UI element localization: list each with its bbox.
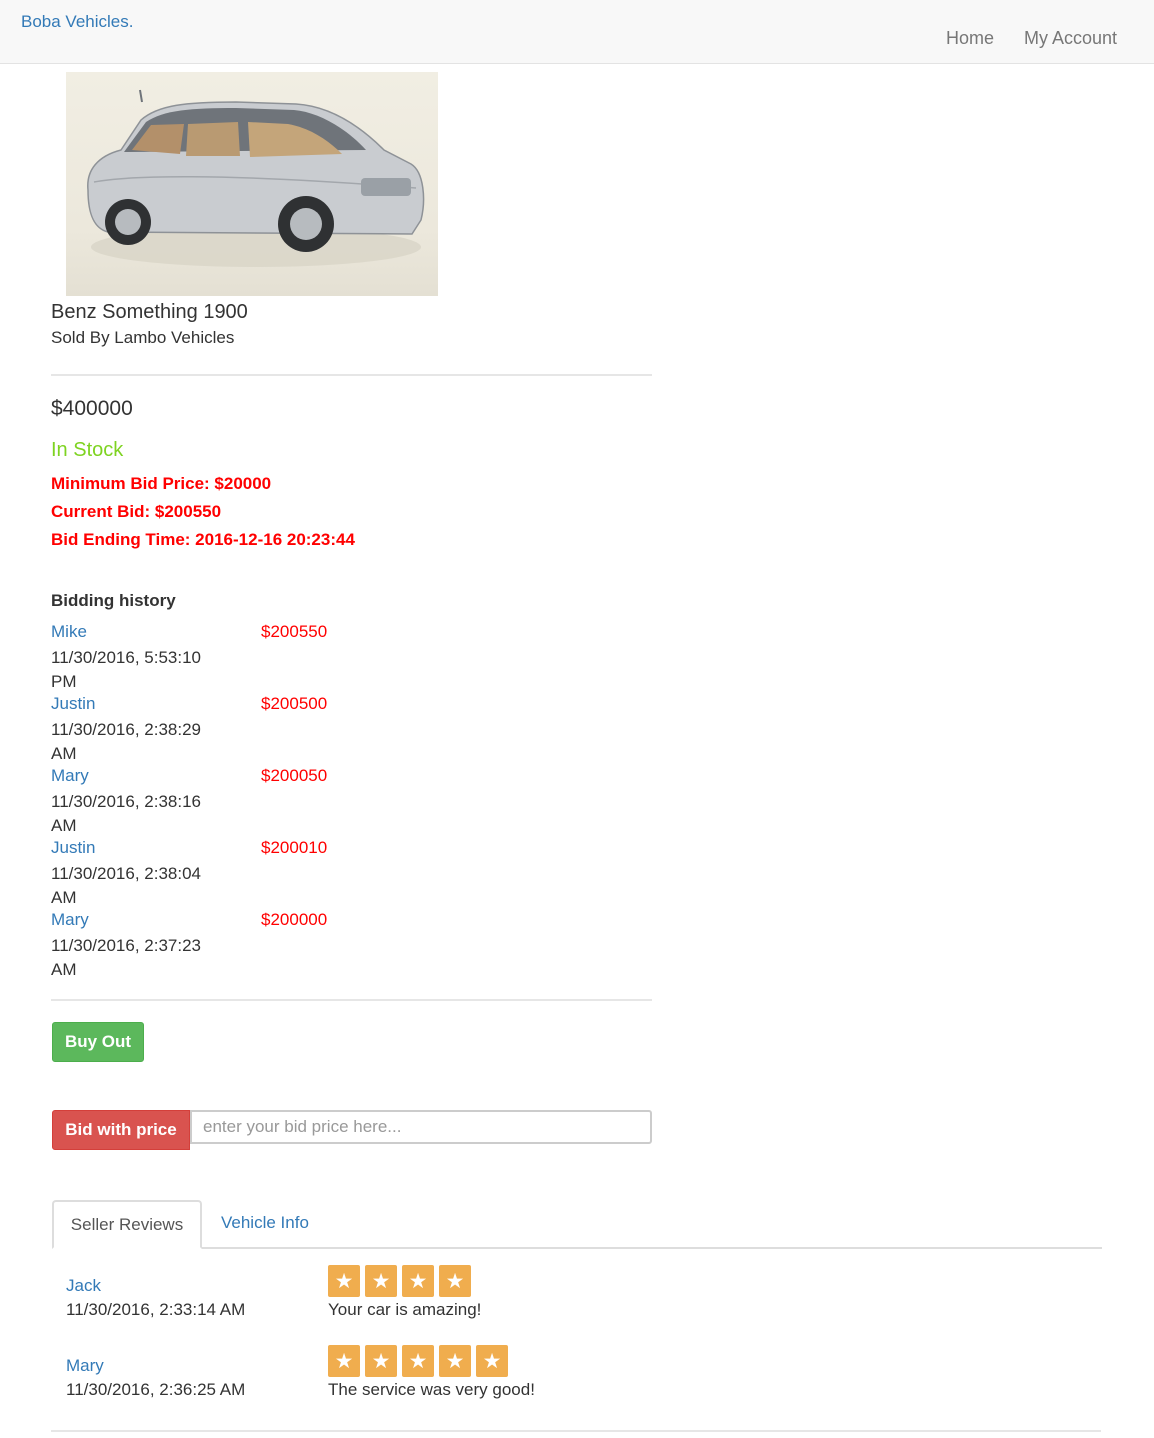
price: $400000 bbox=[51, 397, 133, 420]
star-icon: ★ bbox=[365, 1345, 397, 1377]
bid-time: 11/30/2016, 2:38:16 AM bbox=[51, 792, 201, 835]
seller-name: Sold By Lambo Vehicles bbox=[51, 328, 235, 347]
tabs-border bbox=[52, 1247, 1102, 1249]
bid-time: 11/30/2016, 2:38:04 AM bbox=[51, 864, 201, 907]
bid-amount: $200050 bbox=[261, 766, 328, 785]
star-icon: ★ bbox=[402, 1345, 434, 1377]
bid-amount: $200550 bbox=[261, 622, 328, 641]
bidder-name-link[interactable]: Mary bbox=[51, 766, 89, 786]
bid-with-price-button[interactable]: Bid with price bbox=[52, 1110, 190, 1150]
bid-history-row: Mike 11/30/2016, 5:53:10 PM $200550 bbox=[51, 622, 371, 694]
tab-vehicle-info[interactable]: Vehicle Info bbox=[221, 1213, 309, 1233]
review-text: Your car is amazing! bbox=[328, 1300, 482, 1319]
current-bid: Current Bid: $200550 bbox=[51, 502, 222, 521]
reviewer-name-link[interactable]: Jack bbox=[66, 1276, 101, 1296]
nav-my-account-link[interactable]: My Account bbox=[1024, 28, 1117, 49]
bid-price-input[interactable] bbox=[190, 1110, 652, 1144]
star-icon: ★ bbox=[439, 1345, 471, 1377]
review-item: Jack 11/30/2016, 2:33:14 AM ★ ★ ★ ★ Your ca… bbox=[66, 1265, 1066, 1346]
bidder-name-link[interactable]: Justin bbox=[51, 694, 95, 714]
bidder-name-link[interactable]: Mary bbox=[51, 910, 89, 930]
star-icon: ★ bbox=[439, 1265, 471, 1297]
divider bbox=[51, 999, 652, 1001]
bid-history-row: Mary 11/30/2016, 2:38:16 AM $200050 bbox=[51, 766, 371, 838]
star-icon: ★ bbox=[328, 1345, 360, 1377]
divider bbox=[51, 374, 652, 376]
reviewer-name-link[interactable]: Mary bbox=[66, 1356, 104, 1376]
car-image bbox=[66, 72, 438, 296]
star-icon: ★ bbox=[365, 1265, 397, 1297]
bid-time: 11/30/2016, 5:53:10 PM bbox=[51, 648, 201, 691]
bidder-name-link[interactable]: Justin bbox=[51, 838, 95, 858]
bidder-name-link[interactable]: Mike bbox=[51, 622, 87, 642]
bid-ending-time: Bid Ending Time: 2016-12-16 20:23:44 bbox=[51, 530, 355, 549]
star-rating: ★ ★ ★ ★ bbox=[328, 1265, 471, 1297]
review-time: 11/30/2016, 2:33:14 AM bbox=[66, 1300, 246, 1319]
bid-time: 11/30/2016, 2:38:29 AM bbox=[51, 720, 201, 763]
review-text: The service was very good! bbox=[328, 1380, 535, 1399]
bid-history-row: Justin 11/30/2016, 2:38:29 AM $200500 bbox=[51, 694, 371, 766]
review-time: 11/30/2016, 2:36:25 AM bbox=[66, 1380, 246, 1399]
brand-link[interactable]: Boba Vehicles. bbox=[21, 12, 133, 32]
bid-amount: $200000 bbox=[261, 910, 328, 929]
navbar: Boba Vehicles. Home My Account bbox=[0, 0, 1154, 64]
minimum-bid-price: Minimum Bid Price: $20000 bbox=[51, 474, 272, 493]
divider bbox=[51, 1430, 1101, 1432]
car-illustration bbox=[87, 89, 425, 267]
star-icon: ★ bbox=[402, 1265, 434, 1297]
stock-status: In Stock bbox=[51, 439, 124, 461]
bid-amount: $200500 bbox=[261, 694, 328, 713]
vehicle-title: Benz Something 1900 bbox=[51, 301, 248, 323]
star-rating: ★ ★ ★ ★ ★ bbox=[328, 1345, 508, 1377]
tab-seller-reviews[interactable]: Seller Reviews bbox=[52, 1200, 202, 1249]
bid-history-row: Mary 11/30/2016, 2:37:23 AM $200000 bbox=[51, 910, 371, 982]
bid-history-row: Justin 11/30/2016, 2:38:04 AM $200010 bbox=[51, 838, 371, 910]
bid-time: 11/30/2016, 2:37:23 AM bbox=[51, 936, 201, 979]
star-icon: ★ bbox=[476, 1345, 508, 1377]
star-icon: ★ bbox=[328, 1265, 360, 1297]
bid-amount: $200010 bbox=[261, 838, 328, 857]
buy-out-button[interactable]: Buy Out bbox=[52, 1022, 144, 1062]
review-item: Mary 11/30/2016, 2:36:25 AM ★ ★ ★ ★ ★ The se… bbox=[66, 1345, 1066, 1426]
bidding-history-title: Bidding history bbox=[51, 591, 176, 610]
nav-home-link[interactable]: Home bbox=[946, 28, 994, 49]
